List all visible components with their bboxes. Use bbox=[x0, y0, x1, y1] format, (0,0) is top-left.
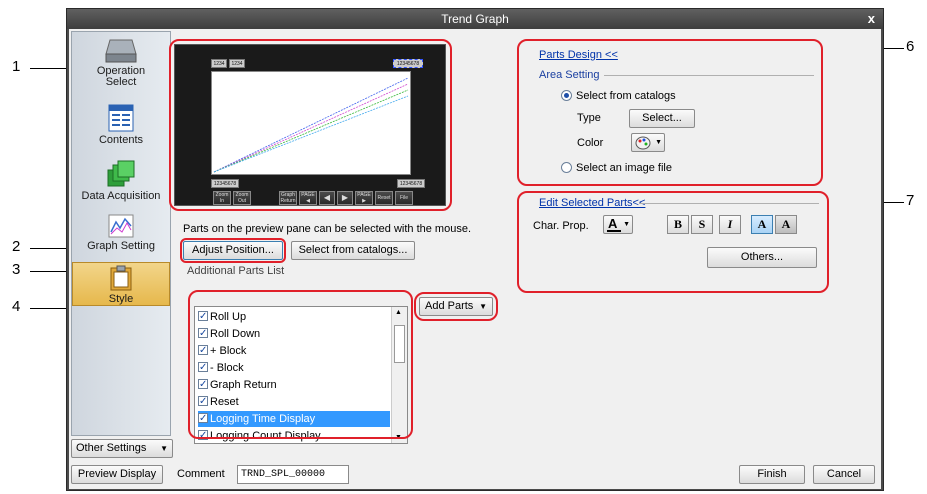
other-settings-label: Other Settings bbox=[76, 442, 147, 454]
callout-ring-2 bbox=[180, 238, 286, 263]
green-stack-icon bbox=[107, 160, 135, 187]
cancel-button[interactable]: Cancel bbox=[813, 465, 875, 484]
callout-ring-7 bbox=[517, 191, 829, 293]
nav-contents[interactable]: Contents bbox=[72, 104, 170, 152]
drive-icon bbox=[105, 39, 137, 63]
callout-1: 1 bbox=[12, 58, 21, 75]
callout-2: 2 bbox=[12, 238, 21, 255]
title-bar: Trend Graph x bbox=[67, 9, 883, 29]
preview-hint: Parts on the preview pane can be selecte… bbox=[183, 223, 472, 235]
trend-graph-dialog: Trend Graph x Operation Select Contents … bbox=[66, 8, 884, 491]
callout-4: 4 bbox=[12, 298, 21, 315]
nav-label: Operation Select bbox=[96, 65, 146, 88]
select-from-catalogs-button[interactable]: Select from catalogs... bbox=[291, 241, 415, 260]
nav-label: Contents bbox=[98, 134, 144, 146]
nav-label: Style bbox=[108, 293, 134, 305]
nav-label: Graph Setting bbox=[87, 240, 155, 252]
graph-icon bbox=[108, 214, 134, 238]
nav-label: Data Acquisition bbox=[81, 190, 161, 202]
nav-style[interactable]: Style bbox=[72, 262, 170, 306]
comment-label: Comment bbox=[177, 468, 225, 480]
close-icon[interactable]: x bbox=[868, 9, 875, 29]
callout-6: 6 bbox=[906, 38, 915, 55]
chevron-down-icon: ▼ bbox=[160, 444, 168, 453]
clipboard-icon bbox=[110, 265, 132, 291]
callout-3: 3 bbox=[12, 261, 21, 278]
dialog-client: Operation Select Contents Data Acquisiti… bbox=[69, 29, 881, 489]
nav-data-acquisition[interactable]: Data Acquisition bbox=[72, 160, 170, 208]
bottom-bar: Preview Display Comment TRND_SPL_00000 F… bbox=[69, 461, 881, 489]
callout-7: 7 bbox=[906, 192, 915, 209]
left-nav: Operation Select Contents Data Acquisiti… bbox=[71, 31, 171, 436]
callout-ring-6 bbox=[517, 39, 823, 186]
document-icon bbox=[108, 104, 134, 132]
nav-graph-setting[interactable]: Graph Setting bbox=[72, 214, 170, 258]
callout-ring-1 bbox=[169, 39, 452, 211]
parts-list-title: Additional Parts List bbox=[187, 265, 285, 277]
callout-ring-4 bbox=[188, 290, 413, 439]
comment-input[interactable]: TRND_SPL_00000 bbox=[237, 465, 349, 484]
callout-ring-5 bbox=[414, 292, 498, 321]
nav-operation-select[interactable]: Operation Select bbox=[72, 38, 170, 98]
preview-display-button[interactable]: Preview Display bbox=[71, 465, 163, 484]
other-settings-button[interactable]: Other Settings ▼ bbox=[71, 439, 173, 458]
window-title: Trend Graph bbox=[441, 12, 509, 26]
finish-button[interactable]: Finish bbox=[739, 465, 805, 484]
